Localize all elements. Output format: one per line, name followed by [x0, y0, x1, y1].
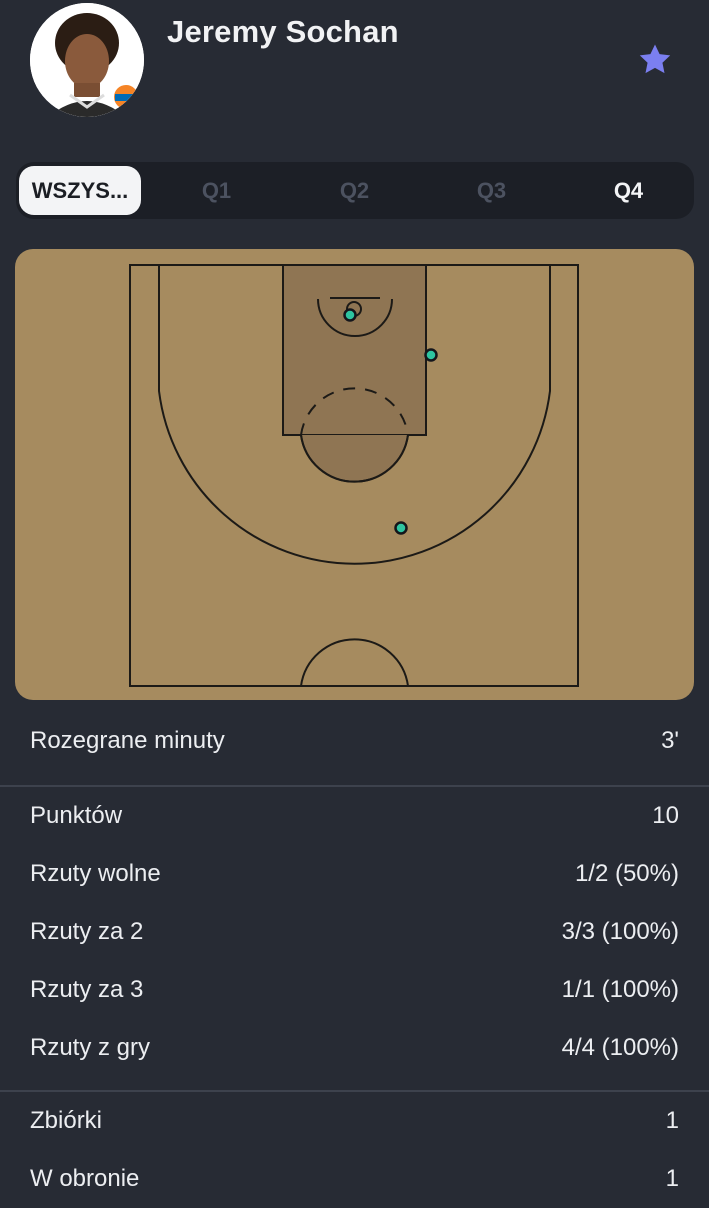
stat-row-free-throws: Rzuty wolne 1/2 (50%): [0, 845, 709, 903]
stat-row-points: Punktów 10: [0, 787, 709, 845]
shot-marker-made: [424, 348, 438, 362]
stat-row-two-pointers: Rzuty za 2 3/3 (100%): [0, 903, 709, 961]
stat-value: 1: [665, 1165, 679, 1192]
tab-all[interactable]: WSZYS...: [19, 166, 141, 215]
stat-row-rebounds: Zbiórki 1: [0, 1092, 709, 1150]
stat-label: Rozegrane minuty: [30, 727, 225, 754]
stat-label: Punktów: [30, 802, 123, 829]
tab-q2[interactable]: Q2: [292, 162, 417, 219]
stat-label: Rzuty z gry: [30, 1034, 151, 1061]
quarter-tabs: WSZYS... Q1 Q2 Q3 Q4: [16, 162, 694, 219]
stat-row-defensive-rebounds: W obronie 1: [0, 1150, 709, 1208]
player-name: Jeremy Sochan: [167, 14, 399, 49]
center-circle: [300, 638, 409, 687]
tab-q4[interactable]: Q4: [566, 162, 691, 219]
shot-marker-made: [343, 308, 357, 322]
stat-label: Zbiórki: [30, 1107, 103, 1134]
stat-label: Rzuty za 2: [30, 918, 144, 945]
stat-value: 1/1 (100%): [561, 976, 679, 1003]
stat-row-minutes: Rozegrane minuty 3': [0, 712, 709, 770]
stat-row-field-goals: Rzuty z gry 4/4 (100%): [0, 1019, 709, 1077]
favorite-star-icon[interactable]: [636, 41, 674, 79]
stat-row-three-pointers: Rzuty za 3 1/1 (100%): [0, 961, 709, 1019]
shot-chart: [15, 249, 694, 700]
stats-list: Rozegrane minuty 3' Punktów 10 Rzuty wol…: [0, 712, 709, 1208]
stat-label: W obronie: [30, 1165, 140, 1192]
stat-value: 1/2 (50%): [574, 860, 679, 887]
player-header: Jeremy Sochan: [0, 0, 709, 150]
stat-value: 3/3 (100%): [561, 918, 679, 945]
stat-label: Rzuty za 3: [30, 976, 144, 1003]
tab-q3[interactable]: Q3: [429, 162, 554, 219]
player-avatar: [30, 3, 144, 117]
stat-value: 1: [665, 1107, 679, 1134]
free-throw-circle: [300, 434, 409, 483]
shot-marker-made: [394, 521, 408, 535]
team-logo: [114, 85, 138, 109]
stat-value: 10: [652, 802, 679, 829]
stat-label: Rzuty wolne: [30, 860, 161, 887]
paint-area: [282, 264, 427, 436]
tab-q1[interactable]: Q1: [154, 162, 279, 219]
stat-value: 4/4 (100%): [561, 1034, 679, 1061]
basketball-court: [129, 264, 579, 687]
stat-value: 3': [661, 727, 679, 754]
